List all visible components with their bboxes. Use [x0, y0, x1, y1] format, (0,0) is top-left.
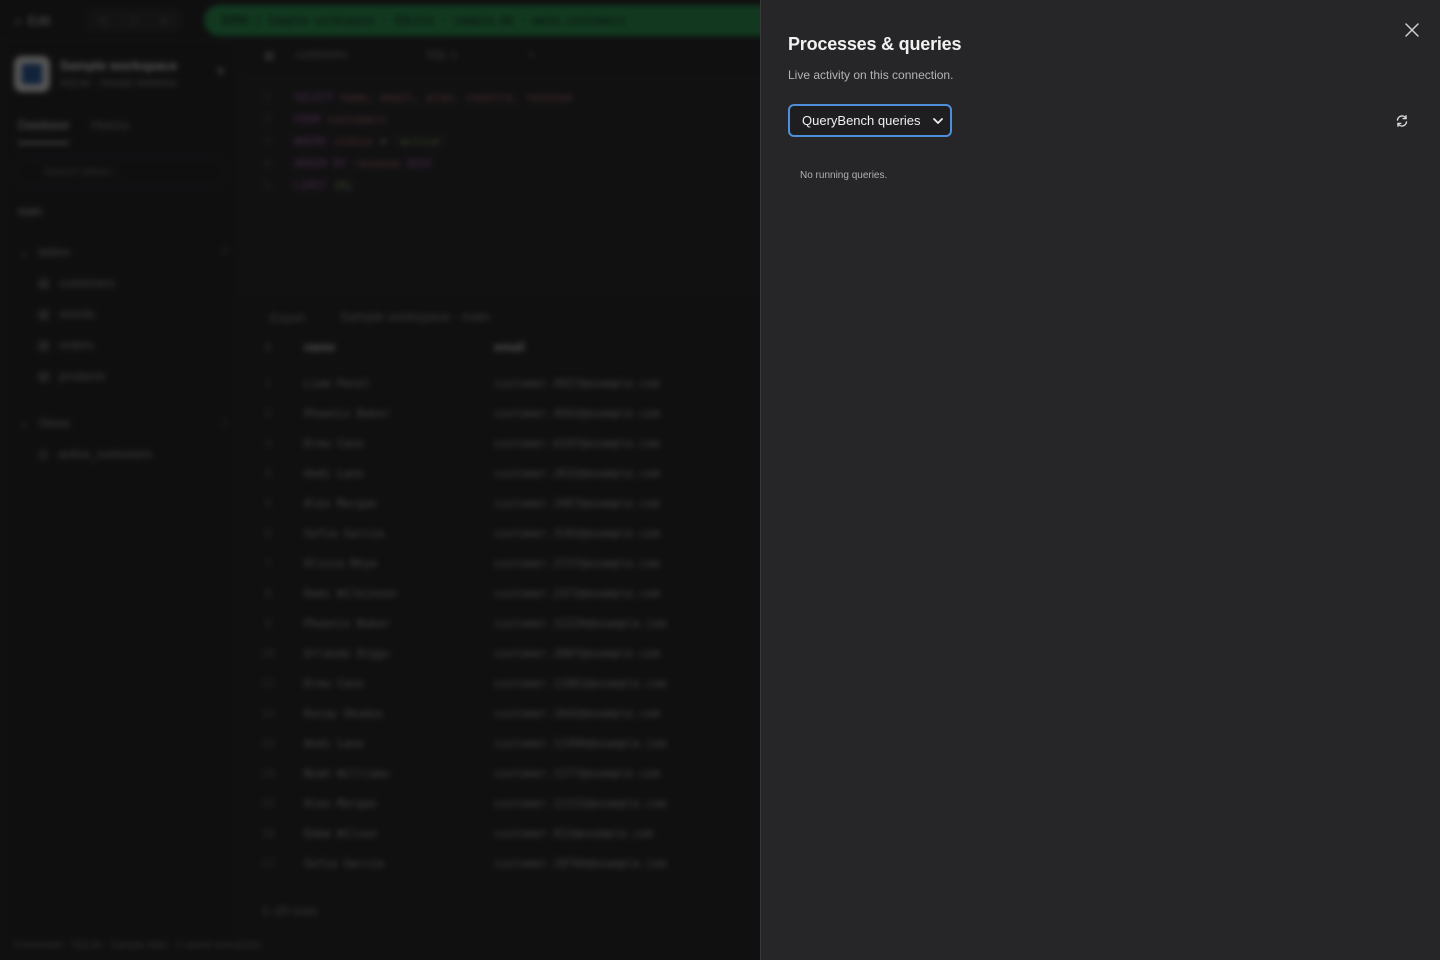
refresh-icon [1396, 115, 1408, 127]
close-icon [1405, 23, 1419, 37]
query-filter-select-wrap: QueryBench queries [788, 104, 952, 137]
modal-scrim[interactable] [0, 0, 760, 960]
close-button[interactable] [1400, 18, 1424, 42]
drawer-subtitle: Live activity on this connection. [788, 68, 954, 82]
query-filter-select[interactable]: QueryBench queries [790, 106, 950, 135]
refresh-button[interactable] [1392, 111, 1412, 131]
drawer-title: Processes & queries [788, 34, 962, 54]
empty-state-message: No running queries. [800, 170, 888, 181]
processes-drawer: Processes & queries Live activity on thi… [760, 0, 1440, 960]
